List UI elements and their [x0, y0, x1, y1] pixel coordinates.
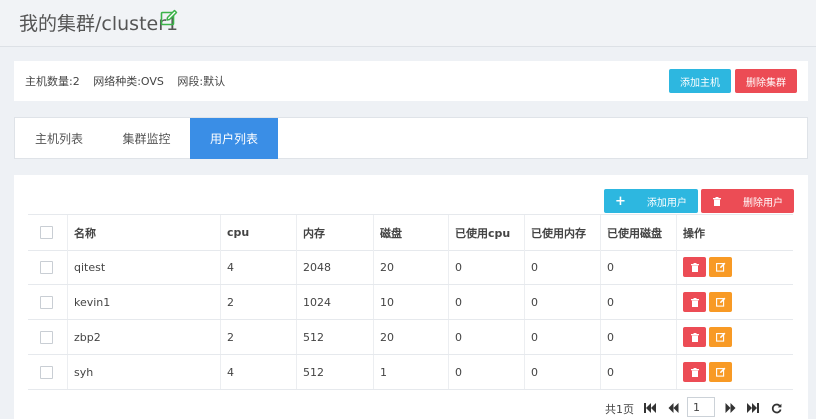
- edit-icon[interactable]: [160, 9, 178, 30]
- page-total: 共1页: [605, 403, 634, 416]
- cell-actions: [676, 285, 793, 319]
- cell-actions: [676, 355, 793, 389]
- tab-bar: 主机列表 集群监控 用户列表: [14, 117, 808, 159]
- cell-used-cpu: 0: [448, 320, 524, 354]
- refresh-icon[interactable]: [767, 399, 785, 417]
- cell-name: qitest: [67, 250, 220, 284]
- delete-cluster-button[interactable]: 删除集群: [735, 69, 797, 93]
- delete-row-button[interactable]: [683, 362, 706, 382]
- cell-name: syh: [67, 355, 220, 389]
- prev-page-icon[interactable]: [664, 399, 682, 417]
- table-row: qitest 4 2048 20 0 0 0: [28, 250, 793, 285]
- edit-icon: [715, 332, 726, 342]
- cell-used-mem: 0: [524, 320, 600, 354]
- table-row: zbp2 2 512 20 0 0 0: [28, 320, 793, 355]
- cell-name: zbp2: [67, 320, 220, 354]
- cell-cpu: 2: [220, 320, 296, 354]
- plus-icon: +: [615, 193, 626, 209]
- add-host-button[interactable]: 添加主机: [669, 69, 731, 93]
- row-checkbox[interactable]: [40, 295, 53, 309]
- column-header[interactable]: 已使用内存: [524, 215, 600, 250]
- cell-used-mem: 0: [524, 355, 600, 389]
- column-header: 操作: [676, 215, 793, 250]
- column-header[interactable]: 内存: [296, 215, 373, 250]
- row-checkbox[interactable]: [40, 365, 53, 379]
- delete-row-button[interactable]: [683, 292, 706, 312]
- edit-icon: [715, 367, 726, 377]
- cell-actions: [676, 320, 793, 354]
- cell-disk: 10: [373, 285, 448, 319]
- delete-row-button[interactable]: [683, 327, 706, 347]
- cell-name: kevin1: [67, 285, 220, 319]
- trash-icon: [690, 367, 699, 377]
- column-header[interactable]: 磁盘: [373, 215, 448, 250]
- cell-disk: 20: [373, 320, 448, 354]
- column-header[interactable]: cpu: [220, 215, 296, 250]
- cell-disk: 20: [373, 250, 448, 284]
- trash-icon: [690, 332, 699, 342]
- edit-icon: [715, 262, 726, 272]
- column-header[interactable]: 名称: [67, 215, 220, 250]
- column-header[interactable]: 已使用cpu: [448, 215, 524, 250]
- cell-used-disk: 0: [600, 285, 676, 319]
- cell-actions: [676, 250, 793, 284]
- edit-icon: [715, 297, 726, 307]
- network-type: 网络种类:OVS: [93, 75, 164, 88]
- next-page-icon[interactable]: [721, 399, 739, 417]
- delete-user-button[interactable]: 删除用户: [701, 189, 794, 213]
- table-row: kevin1 2 1024 10 0 0 0: [28, 285, 793, 320]
- last-page-icon[interactable]: [744, 399, 762, 417]
- cell-used-cpu: 0: [448, 250, 524, 284]
- cell-used-cpu: 0: [448, 285, 524, 319]
- cell-used-disk: 0: [600, 250, 676, 284]
- table-header-row: 名称 cpu 内存 磁盘 已使用cpu 已使用内存 已使用磁盘 操作: [28, 214, 793, 251]
- edit-row-button[interactable]: [709, 362, 732, 382]
- tab-cluster-monitor[interactable]: 集群监控: [103, 118, 190, 159]
- cell-cpu: 4: [220, 250, 296, 284]
- edit-row-button[interactable]: [709, 292, 732, 312]
- cell-cpu: 4: [220, 355, 296, 389]
- select-all-checkbox[interactable]: [40, 226, 53, 239]
- add-user-button[interactable]: + 添加用户: [604, 189, 698, 213]
- cell-used-cpu: 0: [448, 355, 524, 389]
- cell-cpu: 2: [220, 285, 296, 319]
- row-checkbox[interactable]: [40, 330, 53, 344]
- table-row: syh 4 512 1 0 0 0: [28, 355, 793, 390]
- first-page-icon[interactable]: [641, 399, 659, 417]
- edit-row-button[interactable]: [709, 257, 732, 277]
- network-segment: 网段:默认: [177, 75, 226, 88]
- row-checkbox[interactable]: [40, 260, 53, 274]
- page-header: 我的集群/cluster1: [0, 0, 816, 47]
- trash-icon: [713, 196, 721, 206]
- trash-icon: [690, 297, 699, 307]
- cell-used-disk: 0: [600, 355, 676, 389]
- cell-mem: 2048: [296, 250, 373, 284]
- cell-used-mem: 0: [524, 285, 600, 319]
- trash-icon: [690, 262, 699, 272]
- cluster-info: 主机数量:2 网络种类:OVS 网段:默认: [25, 73, 235, 89]
- add-user-label: 添加用户: [646, 197, 687, 209]
- cell-mem: 512: [296, 355, 373, 389]
- cell-used-mem: 0: [524, 250, 600, 284]
- cell-disk: 1: [373, 355, 448, 389]
- delete-row-button[interactable]: [683, 257, 706, 277]
- cell-used-disk: 0: [600, 320, 676, 354]
- page-number-input[interactable]: [687, 397, 715, 417]
- cell-mem: 1024: [296, 285, 373, 319]
- edit-row-button[interactable]: [709, 327, 732, 347]
- page-title: 我的集群/cluster1: [19, 13, 179, 35]
- tab-host-list[interactable]: 主机列表: [15, 118, 103, 159]
- delete-user-label: 删除用户: [743, 197, 783, 209]
- host-count: 主机数量:2: [25, 75, 80, 88]
- column-header[interactable]: 已使用磁盘: [600, 215, 676, 250]
- tab-user-list[interactable]: 用户列表: [190, 118, 278, 159]
- cell-mem: 512: [296, 320, 373, 354]
